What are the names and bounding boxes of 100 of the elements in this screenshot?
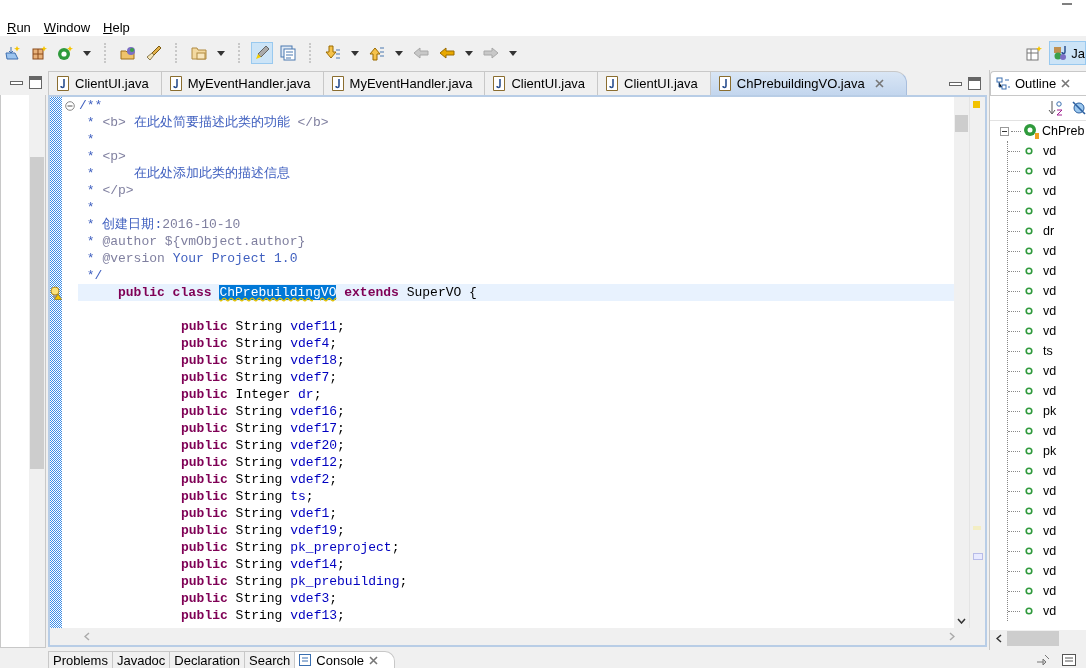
folder-star-icon[interactable] [5,45,21,61]
scroll-right-icon[interactable] [949,632,955,641]
caret-icon[interactable] [351,50,359,56]
pin-icon[interactable] [1036,653,1050,666]
field-icon [1025,547,1033,555]
code-line: public String vdef11; [180,318,346,335]
perspective-button[interactable]: Ja [1049,41,1086,65]
outline-item[interactable]: vd [1025,144,1057,158]
scrollbar-thumb[interactable] [955,115,968,132]
code-line: public String vdef18; [180,352,346,369]
field-icon [1025,367,1033,375]
outline-item[interactable]: vd [1025,184,1057,198]
caret-icon[interactable] [465,50,473,56]
view-tab[interactable]: Search [244,651,295,668]
collapse-icon[interactable] [1000,126,1009,136]
outline-item[interactable]: vd [1025,384,1057,398]
field-icon [1025,407,1033,415]
view-tab[interactable]: Javadoc [111,651,170,668]
menu-item[interactable]: Run [4,19,37,35]
slashed-circle-icon[interactable] [1072,100,1086,116]
field-icon [1025,207,1033,215]
caret-icon[interactable] [83,50,91,56]
close-icon[interactable] [874,79,884,88]
outline-item[interactable]: vd [1025,584,1057,598]
outline-item[interactable]: vd [1025,544,1057,558]
menu-item[interactable]: Help [100,19,136,35]
file-icon [331,76,344,91]
code-line: public String pk_preproject; [180,539,401,556]
menu-item[interactable]: Window [40,19,97,35]
outline-item[interactable]: vd [1025,364,1057,378]
window-list-icon[interactable] [280,45,296,61]
outline-item[interactable]: vd [1025,504,1057,518]
outline-item[interactable]: vd [1025,284,1057,298]
grid-star-icon[interactable] [31,45,47,61]
maximize-icon[interactable] [968,76,981,90]
field-icon [1025,347,1033,355]
folder-icon[interactable] [191,45,207,61]
outline-item[interactable]: dr [1025,224,1055,238]
outline-item[interactable]: vd [1025,324,1057,338]
outline-item[interactable]: vd [1025,264,1057,278]
editor-tab[interactable]: ClientUI.java [597,71,710,95]
outline-item[interactable]: vd [1025,524,1057,538]
outline-item[interactable]: pk [1025,444,1057,458]
console-icon[interactable] [1062,653,1076,666]
left-arrow-icon[interactable] [439,45,455,61]
editor-tab[interactable]: ClientUI.java [48,71,161,95]
warning-bulb-icon[interactable] [50,285,62,300]
outline-item[interactable]: vd [1025,604,1057,618]
outline-item[interactable]: pk [1025,404,1057,418]
folder-globe-icon[interactable] [120,45,136,61]
code-line: public String vdef4; [180,335,339,352]
view-tab[interactable]: Problems [48,651,112,668]
maximize-icon[interactable] [29,76,42,89]
scrollbar-thumb[interactable] [30,157,44,469]
outline-item[interactable]: vd [1025,564,1057,578]
code-line: public Integer dr; [180,386,323,403]
scroll-down-icon[interactable] [957,618,966,624]
caret-icon[interactable] [509,50,517,56]
code-line: public String vdef3; [180,590,339,607]
field-icon [1025,387,1033,395]
editor-tab[interactable]: ClientUI.java [484,71,598,95]
warning-marker[interactable] [973,101,980,108]
outline-item[interactable]: vd [1025,424,1057,438]
code-line: * 创建日期:2016-10-10 [85,216,242,233]
view-tab[interactable]: Console [294,651,395,668]
outline-item[interactable]: vd [1025,484,1057,498]
editor-tab[interactable]: MyEventHandler.java [322,71,485,95]
outline-item[interactable]: vd [1025,464,1057,478]
occurrence-marker[interactable] [973,526,981,530]
sort-icon[interactable] [1048,100,1064,116]
code-line: * 在此处添加此类的描述信息 [85,165,291,182]
caret-icon[interactable] [395,50,403,56]
outline-item[interactable]: vd [1025,244,1057,258]
down-arrow-icon[interactable] [325,45,341,61]
code-line: * <b> 在此处简要描述此类的功能 </b> [85,114,330,131]
close-icon[interactable] [369,655,378,665]
up-arrow-icon[interactable] [369,45,385,61]
editor-tab[interactable]: ChPrebuildingVO.java [709,71,907,95]
outline-item[interactable]: ChPreb [1042,124,1085,138]
outline-item[interactable]: vd [1025,164,1057,178]
view-tab[interactable]: Declaration [169,651,245,668]
outline-tab[interactable]: Outline [990,71,1086,95]
outline-item[interactable]: ts [1025,344,1053,358]
occurrence-marker[interactable] [973,553,983,560]
field-icon [1025,187,1033,195]
outline-item[interactable]: vd [1025,204,1057,218]
field-icon [1025,267,1033,275]
field-icon [1025,447,1033,455]
table-star-icon[interactable] [1026,45,1043,61]
scrollbar-thumb[interactable] [1007,631,1059,646]
brush-icon[interactable] [146,45,162,61]
code-line: */ [85,267,104,284]
caret-icon[interactable] [217,50,225,56]
field-icon [1025,567,1033,575]
close-icon[interactable] [1061,79,1071,88]
scroll-left-icon[interactable] [996,634,1002,643]
editor-tab[interactable]: MyEventHandler.java [160,71,323,95]
outline-item[interactable]: vd [1025,304,1057,318]
minimize-window-icon[interactable] [1062,0,1072,8]
file-icon [169,76,182,91]
